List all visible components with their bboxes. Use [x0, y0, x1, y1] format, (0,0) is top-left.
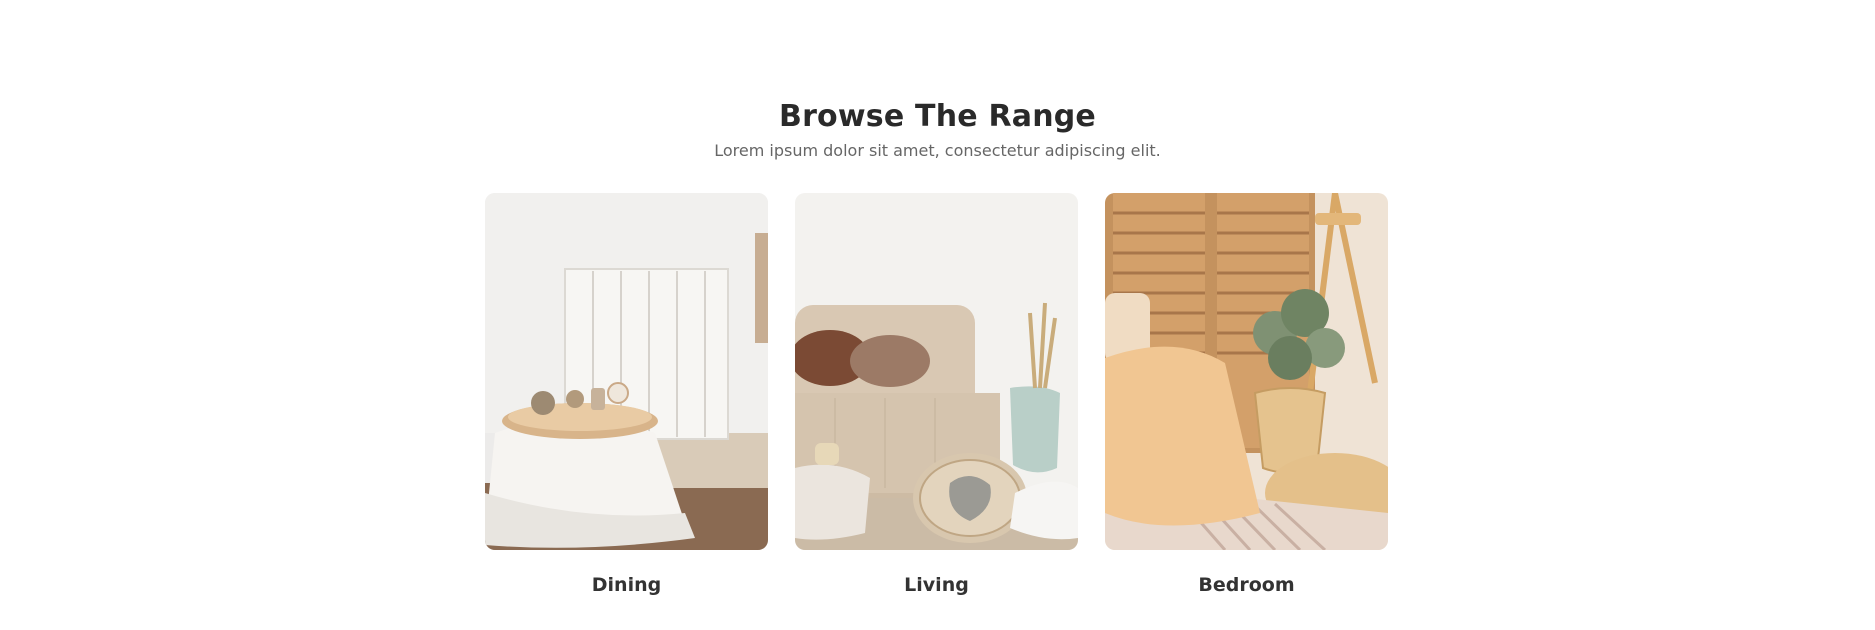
- living-image[interactable]: [795, 193, 1078, 550]
- browse-range-section: Browse The Range Lorem ipsum dolor sit a…: [0, 0, 1875, 630]
- category-label-living[interactable]: Living: [795, 572, 1078, 598]
- category-label-dining[interactable]: Dining: [485, 572, 768, 598]
- section-subtitle: Lorem ipsum dolor sit amet, consectetur …: [714, 141, 1161, 160]
- category-card-bedroom[interactable]: Bedroom: [1105, 193, 1388, 598]
- section-title: Browse The Range: [779, 98, 1096, 134]
- dining-image[interactable]: [485, 193, 768, 550]
- category-card-living[interactable]: Living: [795, 193, 1078, 598]
- bedroom-image[interactable]: [1105, 193, 1388, 550]
- category-card-dining[interactable]: Dining: [485, 193, 768, 598]
- category-label-bedroom[interactable]: Bedroom: [1105, 572, 1388, 598]
